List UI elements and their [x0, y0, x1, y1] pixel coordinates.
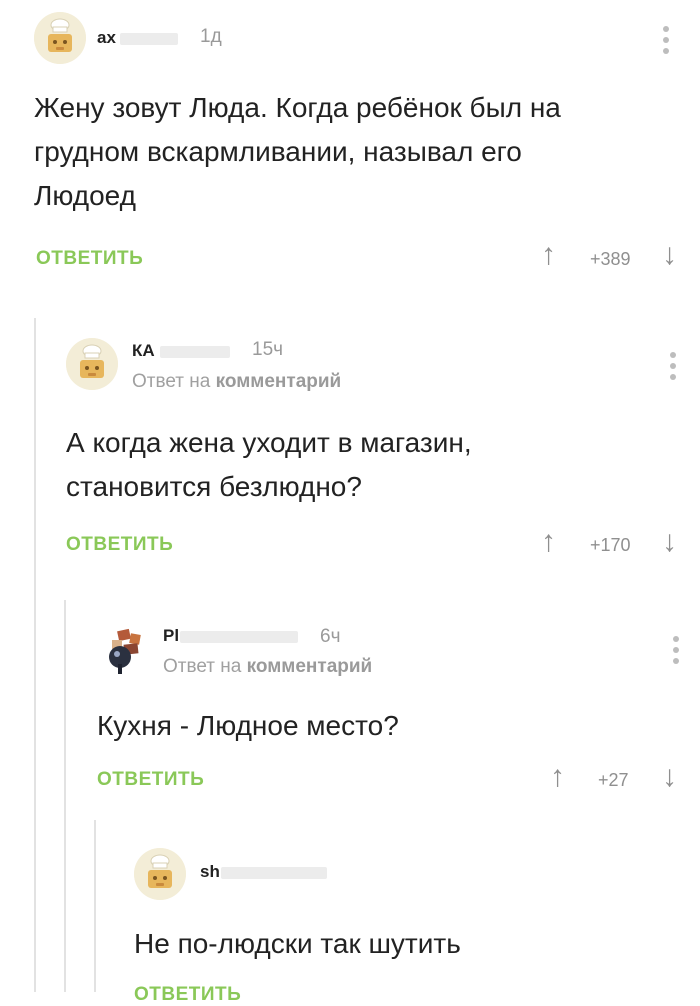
avatar[interactable]	[96, 624, 148, 676]
reply-button[interactable]: ОТВЕТИТЬ	[66, 534, 173, 556]
reply-to-target[interactable]: комментарий	[216, 371, 342, 392]
reply-button[interactable]: ОТВЕТИТЬ	[97, 769, 204, 791]
username[interactable]: sh	[200, 862, 220, 882]
comment-time: 15ч	[252, 339, 284, 360]
comment-text: А когда жена уходит в магазин, становитс…	[66, 421, 676, 509]
avatar[interactable]	[34, 12, 86, 64]
more-vertical-icon[interactable]	[673, 636, 679, 669]
comment-text-line: А когда жена уходит в магазин,	[66, 427, 472, 458]
username-redaction	[180, 631, 298, 643]
arrow-down-icon[interactable]: ↓	[662, 527, 677, 557]
arrow-up-icon[interactable]: ↑	[541, 527, 556, 557]
comment-text: Кухня - Людное место?	[97, 704, 677, 748]
thread-line-level-1	[34, 318, 36, 992]
reply-button[interactable]: ОТВЕТИТЬ	[134, 984, 241, 1006]
thread-line-level-2	[64, 600, 66, 992]
comment-score: +170	[590, 535, 631, 555]
arrow-up-icon[interactable]: ↑	[541, 240, 556, 270]
comment-text: Жену зовут Люда. Когда ребёнок был на гр…	[34, 86, 674, 218]
reply-to-link[interactable]: Ответ на комментарий	[163, 656, 372, 678]
reply-button[interactable]: ОТВЕТИТЬ	[36, 248, 143, 270]
chef-hat-avatar-icon	[66, 338, 118, 390]
comment-text-line: Не по-людски так шутить	[134, 928, 461, 959]
reply-to-link[interactable]: Ответ на комментарий	[132, 371, 341, 393]
username[interactable]: КА	[132, 341, 155, 361]
comment-score: +389	[590, 249, 631, 269]
comment-score: +27	[598, 770, 629, 790]
comment-text-line: грудном вскармливании, называл его	[34, 136, 522, 167]
username[interactable]: ax	[97, 28, 116, 48]
arrow-up-icon[interactable]: ↑	[550, 762, 565, 792]
comment-time: 1д	[200, 26, 222, 47]
username-redaction	[221, 867, 327, 879]
more-vertical-icon[interactable]	[670, 352, 676, 385]
reply-to-prefix: Ответ на	[132, 371, 216, 392]
comment-text-line: становится безлюдно?	[66, 471, 362, 502]
reply-to-prefix: Ответ на	[163, 656, 247, 677]
reply-to-target[interactable]: комментарий	[247, 656, 373, 677]
user-photo-avatar-icon	[96, 624, 148, 676]
avatar[interactable]	[134, 848, 186, 900]
arrow-down-icon[interactable]: ↓	[662, 762, 677, 792]
comment-time: 6ч	[320, 626, 341, 647]
comment-text-line: Жену зовут Люда. Когда ребёнок был на	[34, 92, 561, 123]
chef-hat-avatar-icon	[34, 12, 86, 64]
comment-text: Не по-людски так шутить	[134, 922, 674, 966]
thread-line-level-3	[94, 820, 96, 992]
username-redaction	[120, 33, 178, 45]
more-vertical-icon[interactable]	[663, 26, 669, 59]
arrow-down-icon[interactable]: ↓	[662, 240, 677, 270]
avatar[interactable]	[66, 338, 118, 390]
comment-text-line: Людоед	[34, 180, 136, 211]
chef-hat-avatar-icon	[134, 848, 186, 900]
username-redaction	[160, 346, 230, 358]
comment-text-line: Кухня - Людное место?	[97, 710, 399, 741]
username[interactable]: Pl	[163, 626, 179, 646]
